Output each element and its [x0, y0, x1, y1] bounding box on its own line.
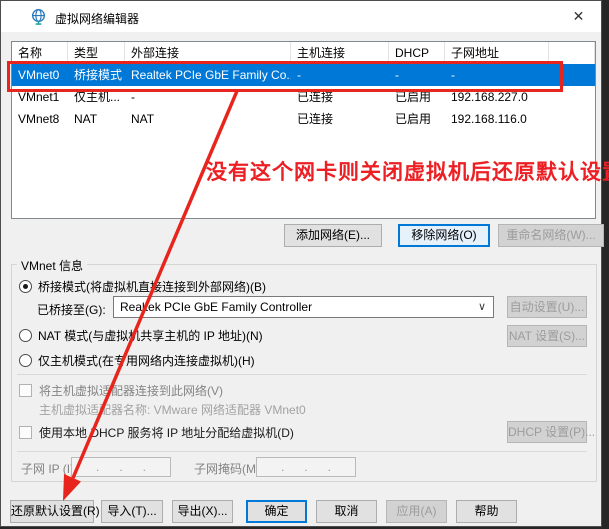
cell-subnet: - — [445, 64, 549, 86]
close-button[interactable]: ✕ — [556, 1, 601, 32]
bridged-adapter-value: Realtek PCIe GbE Family Controller — [120, 300, 312, 314]
virtual-network-editor-dialog: 虚拟网络编辑器 ✕ 名称 类型 外部连接 主机连接 DHCP 子网地址 VMne… — [0, 0, 602, 527]
nat-settings-button: NAT 设置(S)... — [507, 325, 587, 347]
table-row-vmnet8[interactable]: VMnet8 NAT NAT 已连接 已启用 192.168.116.0 — [12, 108, 595, 130]
divider — [17, 451, 587, 452]
bridged-adapter-select[interactable]: Realtek PCIe GbE Family Controller ∨ — [113, 296, 494, 318]
host-adapter-checkbox: 将主机虚拟适配器连接到此网络(V) — [19, 382, 223, 399]
hostonly-mode-label: 仅主机模式(在专用网络内连接虚拟机)(H) — [38, 352, 255, 369]
cell-type: 仅主机... — [68, 86, 125, 108]
cell-external: - — [125, 86, 291, 108]
subnet-mask-input: . . . — [256, 457, 356, 477]
col-type[interactable]: 类型 — [68, 42, 125, 64]
table-row-vmnet0[interactable]: VMnet0 桥接模式 Realtek PCIe GbE Family Co..… — [12, 64, 595, 86]
divider — [17, 374, 587, 375]
cell-name: VMnet8 — [12, 108, 68, 130]
cell-type: 桥接模式 — [68, 64, 125, 86]
cell-external: NAT — [125, 108, 291, 130]
chevron-down-icon[interactable]: ∨ — [478, 297, 486, 317]
cell-host: 已连接 — [291, 86, 389, 108]
export-button[interactable]: 导出(X)... — [172, 500, 233, 523]
apply-button: 应用(A) — [386, 500, 447, 523]
rename-network-button: 重命名网络(W)... — [498, 224, 604, 247]
cell-dhcp: - — [389, 64, 445, 86]
cell-name: VMnet1 — [12, 86, 68, 108]
cell-subnet: 192.168.227.0 — [445, 86, 549, 108]
ok-button[interactable]: 确定 — [246, 500, 307, 523]
annotation-note: 没有这个网卡则关闭虚拟机后还原默认设置 — [206, 156, 609, 186]
bridged-mode-label: 桥接模式(将虚拟机直接连接到外部网络)(B) — [38, 278, 266, 295]
cell-subnet: 192.168.116.0 — [445, 108, 549, 130]
title-bar: 虚拟网络编辑器 ✕ — [1, 1, 601, 32]
cell-external: Realtek PCIe GbE Family Co... — [125, 64, 291, 86]
add-network-button[interactable]: 添加网络(E)... — [284, 224, 382, 247]
remove-network-button[interactable]: 移除网络(O) — [398, 224, 490, 247]
col-host[interactable]: 主机连接 — [291, 42, 389, 64]
subnet-ip-input: . . . — [71, 457, 171, 477]
hostonly-mode-radio[interactable]: 仅主机模式(在专用网络内连接虚拟机)(H) — [19, 352, 255, 369]
checkbox-icon — [19, 384, 32, 397]
dhcp-checkbox: 使用本地 DHCP 服务将 IP 地址分配给虚拟机(D) — [19, 424, 294, 441]
col-dhcp[interactable]: DHCP — [389, 42, 445, 64]
col-external[interactable]: 外部连接 — [125, 42, 291, 64]
vmnet-info-label: VMnet 信息 — [17, 257, 87, 274]
cell-name: VMnet0 — [12, 64, 68, 86]
nat-mode-label: NAT 模式(与虚拟机共享主机的 IP 地址)(N) — [38, 327, 263, 344]
import-button[interactable]: 导入(T)... — [101, 500, 163, 523]
cell-dhcp: 已启用 — [389, 86, 445, 108]
network-globe-icon — [30, 8, 47, 25]
screen: 虚拟网络编辑器 ✕ 名称 类型 外部连接 主机连接 DHCP 子网地址 VMne… — [0, 0, 609, 529]
host-adapter-checkbox-label: 将主机虚拟适配器连接到此网络(V) — [39, 382, 223, 399]
cell-host: 已连接 — [291, 108, 389, 130]
auto-settings-button: 自动设置(U)... — [507, 296, 587, 318]
cell-host: - — [291, 64, 389, 86]
host-adapter-name: 主机虚拟适配器名称: VMware 网络适配器 VMnet0 — [39, 401, 306, 418]
radio-icon[interactable] — [19, 329, 32, 342]
help-button[interactable]: 帮助 — [456, 500, 517, 523]
bridged-mode-radio[interactable]: 桥接模式(将虚拟机直接连接到外部网络)(B) — [19, 278, 266, 295]
dhcp-checkbox-label: 使用本地 DHCP 服务将 IP 地址分配给虚拟机(D) — [39, 424, 294, 441]
table-row-vmnet1[interactable]: VMnet1 仅主机... - 已连接 已启用 192.168.227.0 — [12, 86, 595, 108]
radio-selected-icon[interactable] — [19, 280, 32, 293]
cancel-button[interactable]: 取消 — [316, 500, 377, 523]
cell-dhcp: 已启用 — [389, 108, 445, 130]
cell-type: NAT — [68, 108, 125, 130]
subnet-mask-label: 子网掩码(M): — [194, 460, 263, 477]
col-name[interactable]: 名称 — [12, 42, 68, 64]
restore-defaults-button[interactable]: 还原默认设置(R) — [10, 500, 94, 523]
subnet-ip-label: 子网 IP (I): — [21, 460, 77, 477]
nat-mode-radio[interactable]: NAT 模式(与虚拟机共享主机的 IP 地址)(N) — [19, 327, 263, 344]
network-list[interactable]: 名称 类型 外部连接 主机连接 DHCP 子网地址 VMnet0 桥接模式 Re… — [11, 41, 596, 219]
window-title: 虚拟网络编辑器 — [55, 10, 139, 27]
dhcp-settings-button: DHCP 设置(P)... — [507, 421, 587, 443]
radio-icon[interactable] — [19, 354, 32, 367]
col-subnet[interactable]: 子网地址 — [445, 42, 549, 64]
bridged-to-label: 已桥接至(G): — [37, 301, 106, 318]
network-list-header: 名称 类型 外部连接 主机连接 DHCP 子网地址 — [12, 42, 595, 64]
checkbox-icon — [19, 426, 32, 439]
